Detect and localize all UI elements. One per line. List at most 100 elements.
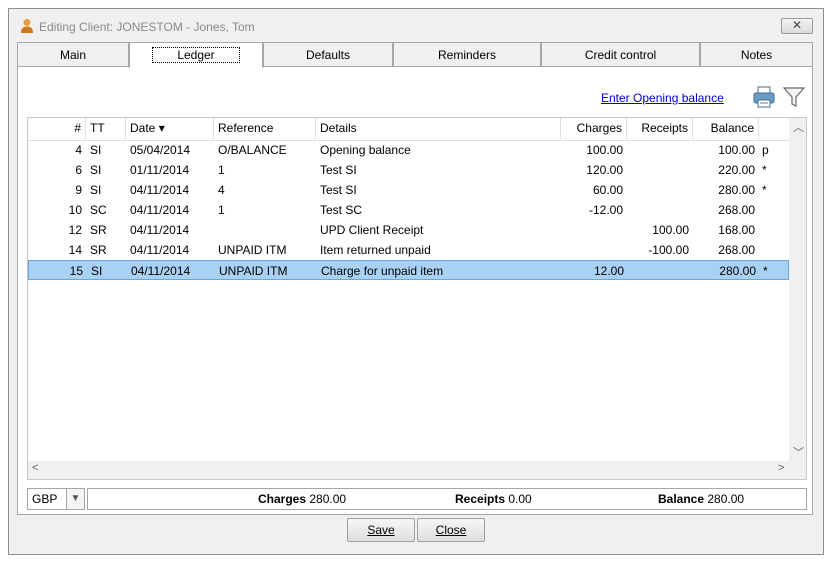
ledger-panel: Enter Opening balance # TT Date ▾ Refere… [17, 66, 813, 515]
tab-notes[interactable]: Notes [700, 42, 813, 67]
totals-box: Charges 280.00 Receipts 0.00 Balance 280… [87, 488, 807, 510]
table-row[interactable]: 6 SI 01/11/2014 1 Test SI 120.00 220.00 * [28, 160, 789, 180]
column-header-reference[interactable]: Reference [214, 118, 316, 139]
column-header-charges[interactable]: Charges [561, 118, 627, 139]
table-row[interactable]: 10 SC 04/11/2014 1 Test SC -12.00 268.00 [28, 200, 789, 220]
filter-icon[interactable] [782, 85, 806, 109]
cell-receipts [627, 180, 689, 200]
cell-number: 14 [68, 243, 82, 257]
user-icon [21, 19, 33, 33]
cell-balance: 268.00 [718, 203, 755, 217]
cell-date: 04/11/2014 [130, 223, 190, 237]
currency-select[interactable]: GBP ▼ [27, 488, 85, 510]
cell-charges [561, 240, 623, 260]
cell-receipts [628, 261, 690, 281]
charges-total-label: Charges [258, 492, 307, 506]
table-row[interactable]: 12 SR 04/11/2014 UPD Client Receipt 100.00 16… [28, 220, 789, 240]
receipts-total-value: 0.00 [508, 492, 532, 506]
cell-reference: UNPAID ITM [219, 264, 288, 278]
cell-reference: 1 [218, 163, 225, 177]
cell-number: 15 [69, 264, 83, 278]
save-button[interactable]: Save [347, 518, 415, 542]
title-bar: Editing Client: JONESTOM - Jones, Tom ✕ [9, 9, 823, 39]
balance-total-label: Balance [658, 492, 705, 506]
table-row[interactable]: 9 SI 04/11/2014 4 Test SI 60.00 280.00 * [28, 180, 789, 200]
cell-tt: SI [91, 264, 103, 278]
column-header-balance[interactable]: Balance [693, 118, 759, 139]
column-header-number[interactable]: # [28, 118, 86, 139]
printer-icon[interactable] [752, 85, 776, 109]
cell-flag: p [762, 143, 769, 157]
tab-reminders[interactable]: Reminders [393, 42, 541, 67]
date-header-label: Date [130, 121, 156, 135]
cell-details: Item returned unpaid [320, 243, 431, 257]
cell-flag [762, 220, 782, 240]
column-header-details[interactable]: Details [316, 118, 561, 139]
column-header-receipts[interactable]: Receipts [627, 118, 693, 139]
tab-ledger[interactable]: Ledger [129, 42, 263, 68]
close-button-label: Close [435, 523, 467, 537]
grid-header: # TT Date ▾ Reference Details Charges Re… [28, 118, 789, 141]
scroll-left-icon[interactable]: < [32, 462, 38, 474]
tab-main[interactable]: Main [17, 42, 129, 67]
balance-total: Balance 280.00 [658, 492, 744, 506]
cell-reference: O/BALANCE [218, 143, 287, 157]
receipts-total: Receipts 0.00 [455, 492, 532, 506]
cell-tt: SI [90, 163, 102, 177]
tab-label: Credit control [584, 48, 657, 62]
cell-flag: * [762, 163, 767, 177]
cell-charges [561, 220, 623, 240]
cell-flag: * [762, 183, 767, 197]
vertical-scrollbar[interactable]: ︿ ﹀ [789, 118, 806, 461]
enter-opening-balance-link[interactable]: Enter Opening balance [601, 91, 724, 105]
cell-flag: * [763, 264, 768, 278]
currency-value: GBP [32, 492, 58, 506]
cell-charges: 12.00 [593, 264, 624, 278]
cell-balance: 168.00 [718, 223, 755, 237]
scroll-down-icon[interactable]: ﹀ [793, 444, 804, 460]
charges-total-value: 280.00 [309, 492, 347, 506]
table-row[interactable]: 4 SI 05/04/2014 O/BALANCE Opening balance 100… [28, 140, 789, 160]
window-title: Editing Client: JONESTOM - Jones, Tom [39, 20, 255, 34]
cell-details: Test SI [320, 183, 357, 197]
cell-reference: 1 [218, 203, 225, 217]
close-button[interactable]: Close [417, 518, 485, 542]
cell-receipts: -100.00 [648, 243, 689, 257]
scroll-up-icon[interactable]: ︿ [793, 119, 804, 135]
cell-date: 01/11/2014 [130, 163, 190, 177]
tab-defaults[interactable]: Defaults [263, 42, 393, 67]
table-row[interactable]: 15 SI 04/11/2014 UNPAID ITM Charge for unpai… [28, 260, 789, 280]
cell-reference: UNPAID ITM [218, 243, 287, 257]
cell-balance: 220.00 [718, 163, 755, 177]
cell-date: 04/11/2014 [130, 243, 190, 257]
scroll-right-icon[interactable]: > [778, 462, 784, 474]
cell-charges: 100.00 [586, 143, 623, 157]
cell-details: Test SI [320, 163, 357, 177]
window-close-button[interactable]: ✕ [781, 18, 813, 34]
cell-date: 04/11/2014 [131, 264, 191, 278]
cell-date: 05/04/2014 [130, 143, 191, 157]
cell-tt: SR [90, 223, 107, 237]
column-header-date[interactable]: Date ▾ [126, 118, 214, 139]
client-editor-window: Editing Client: JONESTOM - Jones, Tom ✕ … [8, 8, 824, 555]
tab-credit-control[interactable]: Credit control [541, 42, 700, 67]
save-button-label: Save [367, 523, 395, 537]
cell-reference [218, 220, 316, 240]
cell-number: 6 [75, 163, 82, 177]
cell-receipts [627, 160, 689, 180]
sort-desc-icon: ▾ [158, 121, 165, 135]
table-row[interactable]: 14 SR 04/11/2014 UNPAID ITM Item returned un… [28, 240, 789, 260]
cell-tt: SI [90, 143, 102, 157]
cell-reference: 4 [218, 183, 225, 197]
cell-date: 04/11/2014 [130, 203, 190, 217]
cell-number: 4 [75, 143, 82, 157]
cell-details: Charge for unpaid item [321, 264, 444, 278]
column-header-tt[interactable]: TT [86, 118, 126, 139]
receipts-total-label: Receipts [455, 492, 506, 506]
horizontal-scrollbar[interactable]: < > [28, 461, 789, 479]
cell-details: UPD Client Receipt [320, 223, 424, 237]
tab-label: Notes [740, 48, 773, 62]
chevron-down-icon[interactable]: ▼ [66, 489, 84, 509]
cell-receipts [627, 200, 689, 220]
cell-receipts: 100.00 [652, 223, 689, 237]
